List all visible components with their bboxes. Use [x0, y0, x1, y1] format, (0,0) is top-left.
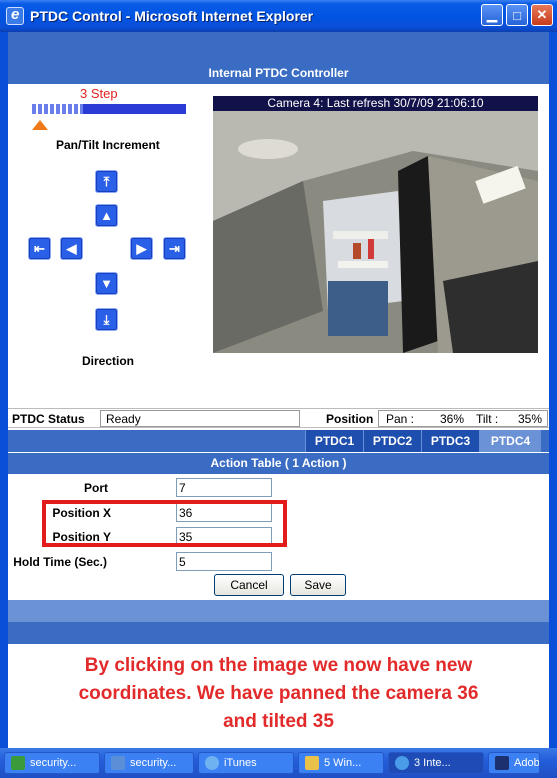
window-title-bar: PTDC Control - Microsoft Internet Explor… — [0, 0, 557, 32]
photoshop-icon — [495, 756, 509, 770]
taskbar-item-itunes[interactable]: iTunes — [198, 752, 294, 774]
taskbar-item-label: iTunes — [224, 757, 257, 769]
tilt-label: Tilt : — [476, 412, 499, 426]
cancel-button[interactable]: Cancel — [214, 574, 284, 596]
image-app-icon — [11, 756, 25, 770]
position-highlight-box — [42, 500, 287, 547]
taskbar-item-security-2[interactable]: security... — [104, 752, 194, 774]
slider-handle[interactable] — [32, 120, 48, 130]
camera-image[interactable] — [213, 111, 538, 353]
pan-tilt-increment-label: Pan/Tilt Increment — [56, 138, 160, 152]
tilt-up-button[interactable]: ▲ — [95, 204, 118, 227]
window-frame-left — [0, 32, 8, 748]
hold-time-label: Hold Time (Sec.) — [13, 555, 107, 569]
taskbar-item-label: security... — [130, 757, 177, 769]
ptdc-status-label: PTDC Status — [12, 412, 85, 426]
save-button[interactable]: Save — [290, 574, 346, 596]
direction-label: Direction — [82, 354, 135, 368]
port-label: Port — [84, 481, 108, 495]
window-title: PTDC Control - Microsoft Internet Explor… — [30, 8, 314, 24]
taskbar-item-security-1[interactable]: security... — [4, 752, 100, 774]
itunes-icon — [205, 756, 219, 770]
window-controls: ▁ □ ✕ — [481, 4, 553, 26]
internet-explorer-icon — [6, 6, 24, 25]
tilt-value: 35% — [518, 412, 543, 426]
pan-left-end-button[interactable]: ⇤ — [28, 237, 51, 260]
pan-label: Pan : — [386, 412, 415, 426]
pan-right-end-button[interactable]: ⇥ — [163, 237, 186, 260]
browser-content: Internal PTDC Controller 3 Step Pan/Tilt… — [8, 32, 549, 748]
pan-value: 36% — [440, 412, 465, 426]
taskbar-item-internet-explorer[interactable]: 3 Inte... — [388, 752, 484, 774]
internet-explorer-icon — [395, 756, 409, 770]
annotation-line-1: By clicking on the image we now have new — [84, 655, 473, 676]
minimize-button[interactable]: ▁ — [481, 4, 503, 26]
port-input[interactable] — [176, 478, 272, 497]
pan-right-button[interactable]: ▶ — [130, 237, 153, 260]
taskbar-item-windows-explorer[interactable]: 5 Win... — [298, 752, 384, 774]
close-button[interactable]: ✕ — [531, 4, 553, 26]
tilt-down-button[interactable]: ▼ — [95, 272, 118, 295]
window-frame-right — [549, 32, 557, 748]
annotation-line-2: coordinates. We have panned the camera 3… — [78, 683, 479, 704]
taskbar-item-label: security... — [30, 757, 77, 769]
top-band — [8, 32, 549, 62]
action-table-header: Action Table ( 1 Action ) — [8, 453, 549, 474]
document-app-icon — [111, 756, 125, 770]
pan-tilt-increment-slider[interactable] — [32, 104, 186, 114]
ptdc-status-value: Ready — [106, 412, 141, 426]
pan-left-button[interactable]: ◀ — [60, 237, 83, 260]
step-label: 3 Step — [80, 86, 118, 101]
maximize-button[interactable]: □ — [506, 4, 528, 26]
annotation-caption: By clicking on the image we now have new… — [8, 652, 549, 736]
hold-time-input[interactable] — [176, 552, 272, 571]
lower-band-light — [8, 600, 549, 622]
ptdc-tabs: PTDC1 PTDC2 PTDC3 PTDC4 — [8, 430, 549, 452]
tilt-top-button[interactable]: ⤒ — [95, 170, 118, 193]
folder-icon — [305, 756, 319, 770]
status-row: PTDC Status Ready Position Pan : 36% Til… — [8, 408, 549, 428]
taskbar-item-label: 3 Inte... — [414, 757, 451, 769]
taskbar: security... security... iTunes 5 Win... … — [0, 748, 557, 778]
tilt-bottom-button[interactable]: ⤓ — [95, 308, 118, 331]
lower-band — [8, 622, 549, 644]
slider-fill — [82, 104, 186, 114]
controller-header: Internal PTDC Controller — [8, 62, 549, 84]
tab-ptdc3[interactable]: PTDC3 — [421, 430, 479, 452]
tab-ptdc4[interactable]: PTDC4 — [479, 430, 541, 452]
position-label: Position — [326, 412, 374, 426]
taskbar-item-label: Adobe — [514, 757, 540, 769]
taskbar-item-adobe[interactable]: Adobe — [488, 752, 540, 774]
camera-caption: Camera 4: Last refresh 30/7/09 21:06:10 — [213, 96, 538, 111]
annotation-line-3: and tilted 35 — [223, 711, 334, 732]
camera-scene — [213, 111, 538, 353]
tab-ptdc1[interactable]: PTDC1 — [305, 430, 363, 452]
taskbar-item-label: 5 Win... — [324, 757, 362, 769]
tab-ptdc2[interactable]: PTDC2 — [363, 430, 421, 452]
